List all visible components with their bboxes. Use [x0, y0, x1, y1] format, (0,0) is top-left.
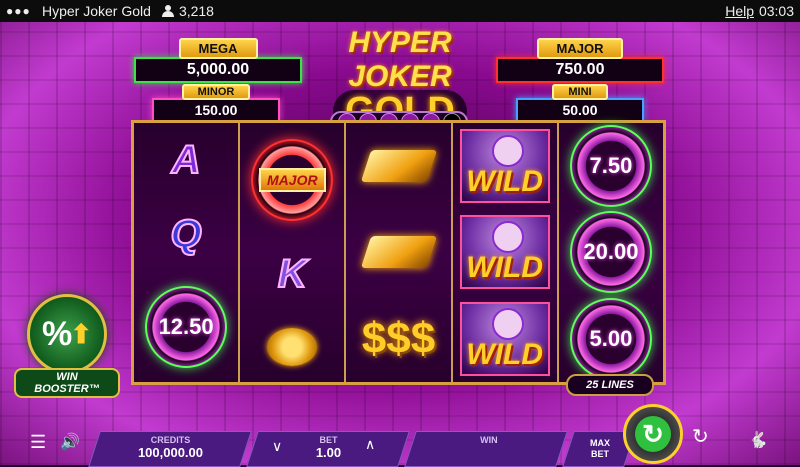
chip-symbol: 20.00: [569, 211, 652, 294]
chip-symbol: 12.50: [145, 285, 228, 368]
credits-value: 100,000.00: [137, 445, 204, 460]
reels-grid: A Q 12.50 MAJOR K $$$ WILD WILD WILD 7.5…: [131, 120, 666, 385]
coins-symbol: [267, 328, 318, 367]
chevron-up-icon[interactable]: ∧: [365, 436, 375, 453]
reel-5: 7.50 20.00 5.00: [558, 123, 664, 382]
lines-badge: 25 LINES: [566, 374, 654, 396]
reel-1: A Q 12.50: [134, 123, 241, 382]
logo-line1: HYPER JOKER: [348, 26, 452, 93]
jackpot-major-value: 750.00: [496, 57, 664, 83]
jackpot-mega: MEGA 5,000.00: [134, 38, 302, 83]
win-booster-button[interactable]: % ⬆ WIN BOOSTER™: [14, 294, 120, 398]
jackpot-minor-label: MINOR: [181, 84, 251, 100]
chevron-down-icon[interactable]: ∨: [272, 438, 282, 455]
gold-bars-symbol: [360, 221, 437, 283]
joker-face-icon: [491, 221, 524, 254]
wild-label: WILD: [466, 337, 544, 371]
help-link[interactable]: Help: [725, 3, 754, 19]
symbol-k: K: [277, 251, 308, 297]
symbol-q: Q: [170, 211, 203, 257]
joker-face-icon: [491, 135, 524, 168]
bet-panel: BET 1.00: [246, 431, 410, 467]
jackpot-mini: MINI 50.00: [516, 82, 644, 122]
credits-label: CREDITS: [150, 435, 191, 445]
spin-icon: ↻: [635, 416, 671, 452]
user-icon: [161, 5, 174, 17]
jackpot-mini-value: 50.00: [516, 98, 644, 122]
win-booster-label: WIN BOOSTER™: [14, 368, 120, 398]
major-chip-label: MAJOR: [259, 167, 326, 192]
jackpot-mega-value: 5,000.00: [134, 57, 302, 83]
win-label: WIN: [480, 435, 498, 445]
major-chip-symbol: MAJOR: [251, 138, 334, 221]
credits-panel: CREDITS 100,000.00: [88, 431, 252, 467]
wild-symbol: WILD: [459, 215, 550, 290]
wild-label: WILD: [466, 165, 544, 199]
wild-label: WILD: [466, 251, 544, 285]
clock: 03:03: [758, 3, 794, 19]
turbo-icon[interactable]: 🐇: [748, 430, 768, 450]
status-bar: ●●● Hyper Joker Gold 3,218 Help 03:03: [0, 0, 800, 22]
jackpot-mini-label: MINI: [552, 84, 608, 100]
win-panel: WIN: [404, 431, 568, 467]
wild-symbol: WILD: [459, 301, 550, 376]
chip-symbol: 5.00: [569, 297, 652, 380]
reel-3: $$$: [346, 123, 453, 382]
symbol-a: A: [171, 137, 202, 183]
player-count-value: 3,218: [178, 3, 214, 19]
player-count: 3,218: [161, 3, 214, 19]
autoplay-icon[interactable]: ↻: [692, 424, 709, 449]
jackpot-minor: MINOR 150.00: [152, 82, 280, 122]
jackpot-major: MAJOR 750.00: [496, 38, 664, 83]
jackpot-minor-value: 150.00: [152, 98, 280, 122]
win-booster-icon: % ⬆: [27, 294, 107, 374]
dollar-symbol: $$$: [361, 313, 436, 363]
reel-4: WILD WILD WILD: [452, 123, 559, 382]
joker-face-icon: [491, 307, 524, 340]
gold-bar-symbol: [360, 135, 437, 197]
more-options-icon[interactable]: ●●●: [6, 4, 34, 18]
reel-2: MAJOR K: [240, 123, 347, 382]
jackpot-major-label: MAJOR: [536, 38, 624, 59]
game-title: Hyper Joker Gold: [42, 3, 151, 19]
max-bet-line1: MAX: [589, 438, 610, 448]
game-logo: HYPER JOKER GOLD: [322, 26, 478, 133]
chip-symbol: 7.50: [569, 125, 652, 208]
wild-symbol: WILD: [459, 129, 550, 204]
max-bet-line2: BET: [590, 449, 609, 459]
jackpot-mega-label: MEGA: [178, 38, 258, 59]
spin-button[interactable]: ↻: [623, 404, 683, 464]
